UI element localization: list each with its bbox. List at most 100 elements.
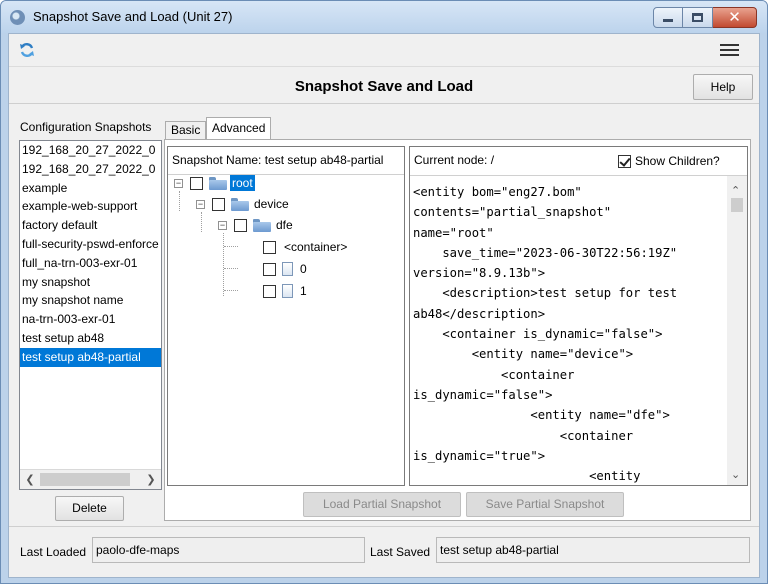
xml-view-pane: Current node: / Show Children? <entity b…: [409, 146, 748, 486]
tree-node-label[interactable]: <container>: [282, 239, 349, 255]
app-icon: [10, 10, 25, 25]
dfe-checkbox[interactable]: [234, 218, 247, 232]
last-saved-field: test setup ab48-partial: [436, 537, 750, 563]
snapshot-tree-pane: Snapshot Name: test setup ab48-partial −…: [167, 146, 405, 486]
title-bar[interactable]: Snapshot Save and Load (Unit 27) ✕: [1, 1, 767, 33]
snapshot-item[interactable]: 192_168_20_27_2022_0: [20, 160, 161, 179]
current-node-label: Current node: /: [414, 153, 495, 167]
container-checkbox[interactable]: [263, 240, 276, 254]
snapshots-label: Configuration Snapshots: [20, 120, 152, 134]
scroll-down-icon[interactable]: ⌄: [731, 468, 740, 481]
xml-line: contents="partial_snapshot": [413, 205, 612, 220]
snapshot-item[interactable]: 192_168_20_27_2022_0: [20, 141, 161, 160]
tree-node-label[interactable]: device: [252, 196, 291, 212]
vertical-scrollbar[interactable]: ⌃ ⌄: [727, 175, 747, 485]
close-button[interactable]: ✕: [713, 7, 757, 28]
delete-button[interactable]: Delete: [55, 496, 124, 521]
snapshot-tree[interactable]: − root − device − dfe <container> 0 1: [168, 175, 404, 485]
load-partial-snapshot-button[interactable]: Load Partial Snapshot: [303, 492, 461, 517]
xml-line: name="root": [413, 225, 494, 240]
xml-line: save_time="2023-06-30T22:56:19Z": [413, 245, 678, 260]
tree-node-label[interactable]: dfe: [274, 217, 295, 233]
file-icon: [282, 284, 293, 298]
snapshot-item[interactable]: factory default: [20, 216, 161, 235]
scroll-right-icon[interactable]: ❯: [144, 473, 158, 487]
tree-guide: [224, 290, 238, 291]
folder-icon: [209, 176, 227, 190]
tree-guide: [224, 246, 238, 247]
snapshot-item[interactable]: my snapshot name: [20, 291, 161, 310]
xml-line: <container is_dynamic="false">: [413, 327, 663, 342]
xml-line: is_dynamic="true">: [413, 448, 546, 463]
root-checkbox[interactable]: [190, 176, 203, 190]
tree-node-device[interactable]: − device: [196, 195, 291, 213]
folder-icon: [231, 197, 249, 211]
snapshot-item[interactable]: example-web-support: [20, 197, 161, 216]
minimize-button[interactable]: [653, 7, 683, 28]
tree-node-label[interactable]: 1: [298, 283, 309, 299]
refresh-icon[interactable]: [19, 42, 35, 58]
horizontal-scrollbar[interactable]: ❮ ❯: [20, 469, 161, 489]
scroll-thumb[interactable]: [40, 473, 130, 486]
window-controls: ✕: [653, 7, 757, 28]
tab-basic[interactable]: Basic: [165, 121, 207, 139]
leaf-checkbox[interactable]: [263, 262, 276, 276]
tree-guide: [179, 191, 180, 211]
last-saved-label: Last Saved: [370, 545, 431, 559]
window-title: Snapshot Save and Load (Unit 27): [33, 9, 233, 24]
xml-line: <entity bom="eng27.bom": [413, 185, 582, 199]
last-loaded-label: Last Loaded: [20, 545, 87, 559]
xml-line: <entity name="dfe">: [413, 408, 670, 423]
tree-node-container[interactable]: <container>: [263, 238, 349, 256]
folder-icon: [253, 218, 271, 232]
maximize-icon: [692, 13, 703, 22]
snapshot-item[interactable]: my snapshot: [20, 273, 161, 292]
collapse-icon[interactable]: −: [174, 178, 183, 188]
tree-node-dfe[interactable]: − dfe: [218, 216, 295, 234]
toolbar: [9, 34, 759, 66]
xml-line: ab48</description>: [413, 306, 546, 321]
xml-line: version="8.9.13b">: [413, 266, 546, 281]
app-window: Snapshot Save and Load (Unit 27) ✕ Snaps…: [0, 0, 768, 584]
leaf-checkbox[interactable]: [263, 284, 276, 298]
menu-bar-line: [720, 44, 739, 46]
tree-node-leaf-0[interactable]: 0: [263, 260, 309, 278]
menu-bar-line: [720, 49, 739, 51]
tree-node-root[interactable]: − root: [174, 174, 255, 192]
show-children-toggle[interactable]: Show Children?: [618, 154, 720, 168]
device-checkbox[interactable]: [212, 197, 225, 211]
xml-text-area[interactable]: <entity bom="eng27.bom" contents="partia…: [410, 175, 727, 485]
hamburger-menu-icon[interactable]: [720, 44, 739, 57]
tree-node-label[interactable]: 0: [298, 261, 309, 277]
snapshot-item[interactable]: na-trn-003-exr-01: [20, 310, 161, 329]
tree-guide: [201, 212, 202, 232]
snapshot-item[interactable]: full_na-trn-003-exr-01: [20, 254, 161, 273]
snapshot-item-selected[interactable]: test setup ab48-partial: [20, 347, 161, 367]
snapshot-list[interactable]: 192_168_20_27_2022_0 192_168_20_27_2022_…: [19, 140, 162, 490]
snapshot-item[interactable]: full-security-pswd-enforce: [20, 235, 161, 254]
last-loaded-field: paolo-dfe-maps: [92, 537, 365, 563]
xml-line: <entity: [413, 469, 641, 484]
tree-node-label[interactable]: root: [230, 175, 255, 191]
header: Snapshot Save and Load Help: [9, 66, 759, 104]
xml-line: <container: [413, 367, 575, 382]
status-bar: Last Loaded paolo-dfe-maps Last Saved te…: [9, 526, 759, 577]
show-children-checkbox[interactable]: [618, 154, 631, 168]
page-title: Snapshot Save and Load: [294, 78, 474, 95]
collapse-icon[interactable]: −: [218, 220, 227, 230]
file-icon: [282, 262, 293, 276]
help-button[interactable]: Help: [693, 74, 753, 100]
tab-advanced[interactable]: Advanced: [206, 117, 272, 140]
xml-line: <container: [413, 428, 634, 443]
tree-node-leaf-1[interactable]: 1: [263, 282, 309, 300]
collapse-icon[interactable]: −: [196, 199, 205, 209]
maximize-button[interactable]: [683, 7, 713, 28]
save-partial-snapshot-button[interactable]: Save Partial Snapshot: [466, 492, 624, 517]
scroll-left-icon[interactable]: ❮: [23, 473, 37, 487]
window-client: Snapshot Save and Load Help Configuratio…: [8, 33, 760, 578]
snapshot-item[interactable]: test setup ab48: [20, 329, 161, 348]
scroll-up-icon[interactable]: ⌃: [731, 184, 740, 197]
xml-line: <description>test setup for test: [413, 286, 678, 301]
snapshot-item[interactable]: example: [20, 179, 161, 198]
scroll-thumb[interactable]: [731, 198, 743, 212]
